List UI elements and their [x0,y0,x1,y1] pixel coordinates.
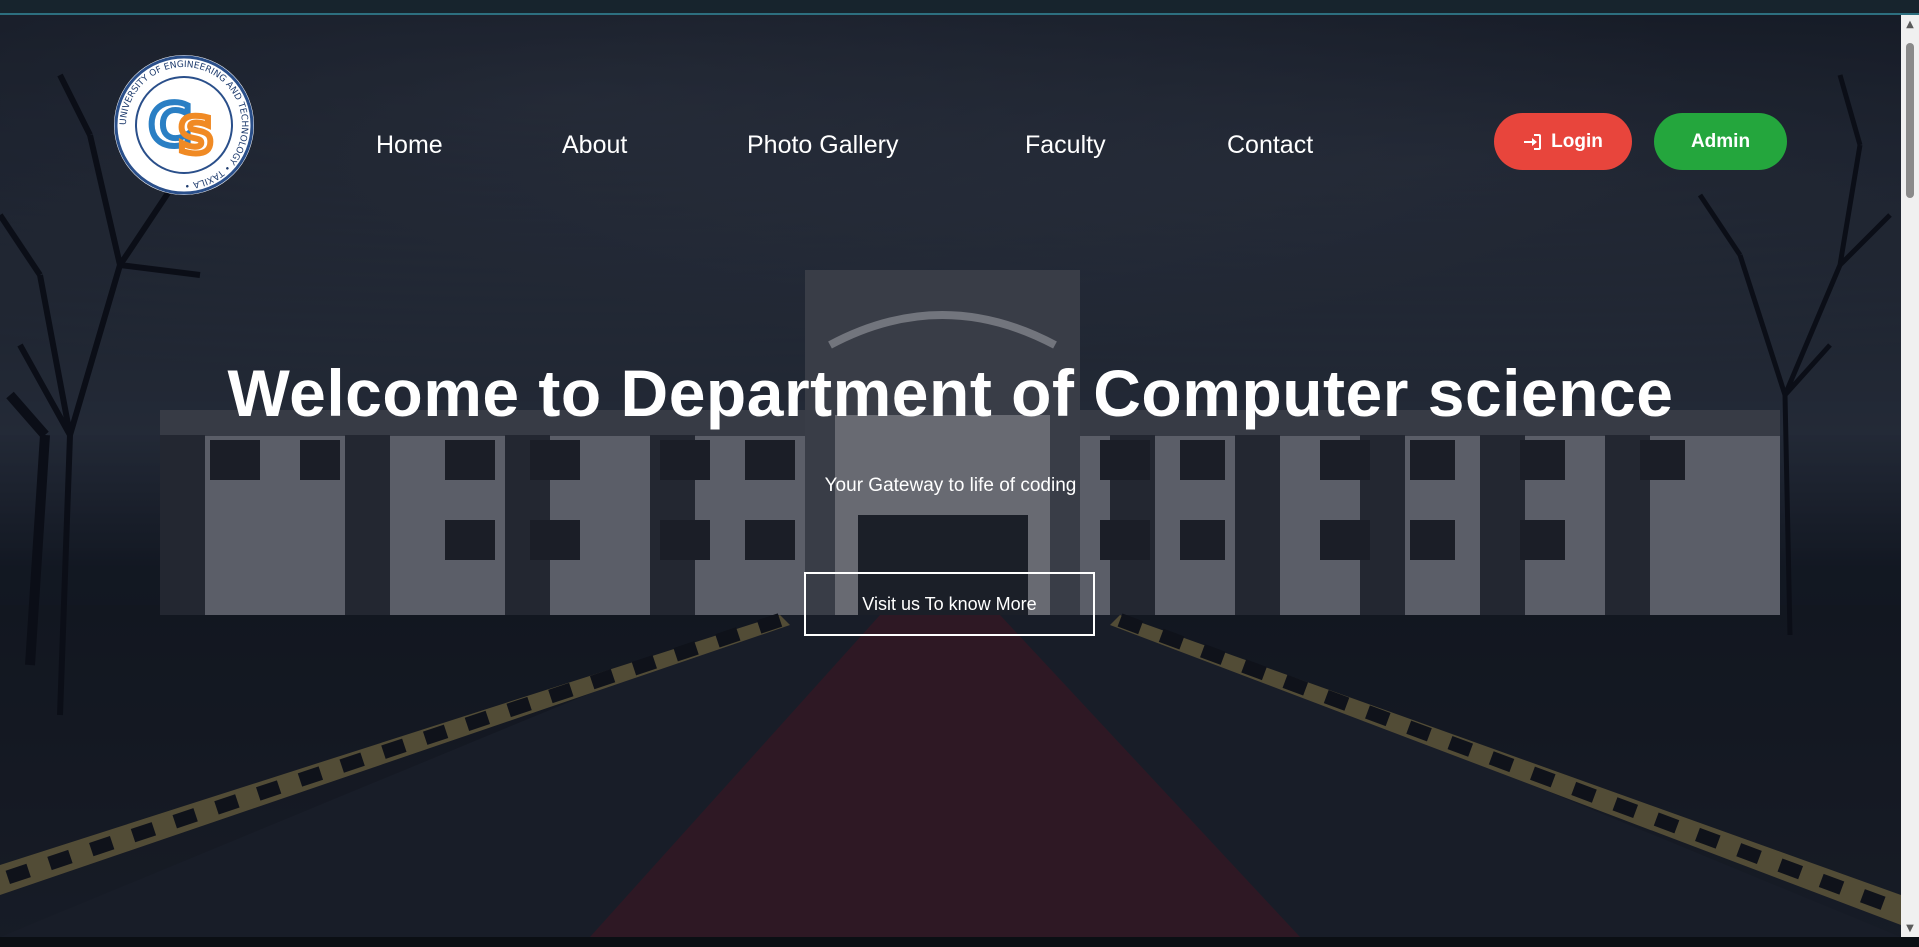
browser-viewport: UNIVERSITY OF ENGINEERING AND TECHNOLOGY… [0,0,1919,947]
nav-about[interactable]: About [562,125,627,165]
page-scrollbar[interactable]: ▲ ▼ [1901,15,1919,937]
login-button[interactable]: Login [1494,113,1632,170]
chevron-down-icon[interactable]: ▼ [1901,919,1919,937]
scrollbar-thumb[interactable] [1906,43,1914,198]
login-label: Login [1551,130,1603,152]
hero-title: Welcome to Department of Computer scienc… [227,356,1674,430]
admin-button[interactable]: Admin [1654,113,1787,170]
window-top-bar [0,0,1919,15]
visit-more-button[interactable]: Visit us To know More [804,572,1095,636]
hero-section: UNIVERSITY OF ENGINEERING AND TECHNOLOGY… [0,15,1901,937]
sign-in-icon [1524,133,1542,150]
hero-subtitle: Your Gateway to life of coding [824,475,1077,496]
admin-label: Admin [1690,130,1751,152]
chevron-up-icon[interactable]: ▲ [1901,15,1919,33]
nav-photo-gallery[interactable]: Photo Gallery [747,125,898,165]
nav-contact[interactable]: Contact [1227,125,1313,165]
nav-faculty[interactable]: Faculty [1025,125,1106,165]
window-bottom-edge [0,937,1919,947]
nav-home[interactable]: Home [376,125,443,165]
